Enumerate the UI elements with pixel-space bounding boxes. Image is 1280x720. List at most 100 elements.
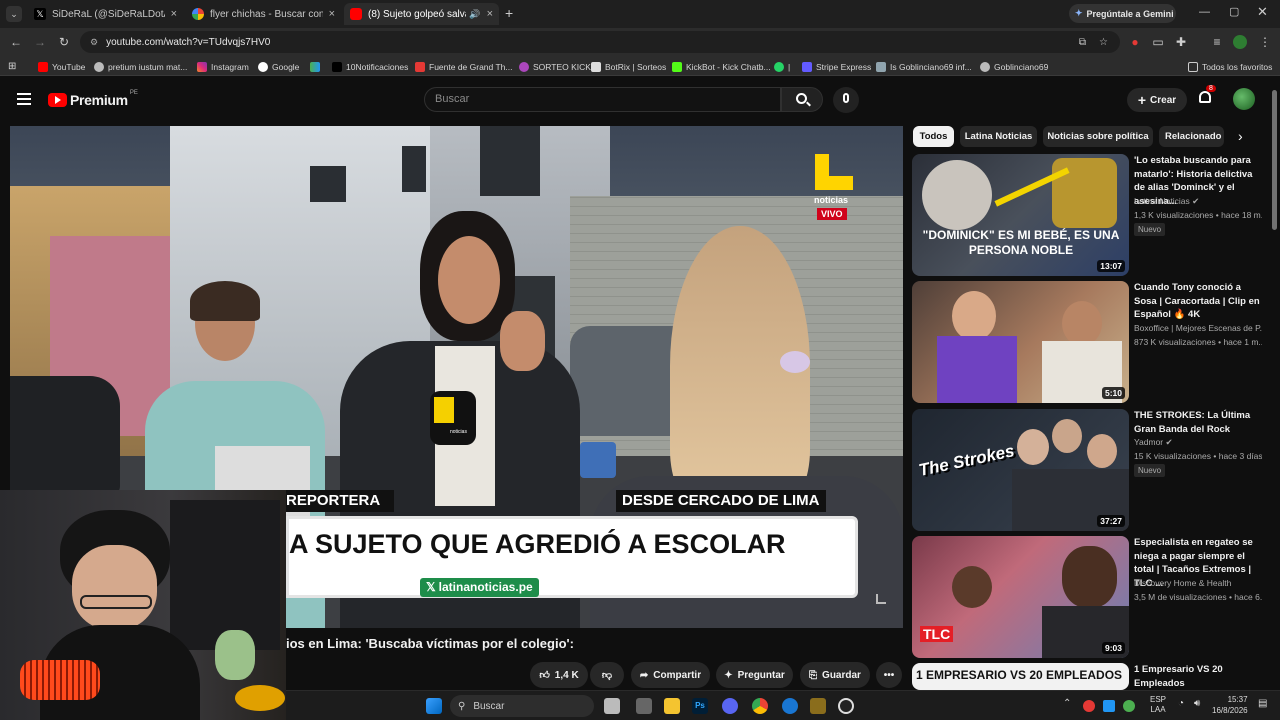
tab-search-button[interactable]: ⌄: [6, 6, 22, 22]
search-button[interactable]: [781, 87, 823, 112]
chevron-right-icon[interactable]: ›: [1238, 128, 1243, 144]
bookmark-botrix[interactable]: BotRix | Sorteos: [591, 60, 666, 73]
voice-search-button[interactable]: [833, 87, 859, 113]
speaker-icon[interactable]: 🔊: [469, 9, 480, 20]
channel-name[interactable]: Discovery Home & Health: [1134, 578, 1262, 588]
bookmark-colorful[interactable]: [310, 60, 324, 73]
bookmark-goblinciano-inf[interactable]: Is Goblinciano69 inf...: [876, 60, 972, 73]
chip-latina-noticias[interactable]: Latina Noticias: [960, 126, 1037, 147]
channel-name[interactable]: Yadmor ✔: [1134, 437, 1262, 448]
card-title[interactable]: Cuando Tony conoció a Sosa | Caracortada…: [1134, 281, 1262, 322]
close-icon[interactable]: ×: [487, 8, 493, 20]
all-bookmarks[interactable]: Todos los favoritos: [1188, 60, 1272, 73]
thumbnail[interactable]: 5:10: [912, 281, 1129, 403]
tab-youtube[interactable]: (8) Sujeto golpeó salvajem 🔊 ×: [344, 3, 499, 25]
card-title[interactable]: 1 Empresario VS 20 Empleados: [1134, 663, 1262, 690]
photoshop-icon[interactable]: Ps: [692, 698, 708, 714]
chip-todos[interactable]: Todos: [913, 126, 954, 147]
reading-list-icon[interactable]: ≡: [1210, 35, 1224, 49]
create-button[interactable]: + Crear: [1127, 88, 1187, 112]
back-icon[interactable]: ←: [9, 35, 23, 49]
notifications-center-icon[interactable]: ▤: [1258, 698, 1267, 709]
tray-icon[interactable]: [1083, 700, 1095, 712]
ask-button[interactable]: ✦ Preguntar: [716, 662, 793, 688]
notifications-button[interactable]: 8: [1197, 85, 1216, 107]
maximize-button[interactable]: ▢: [1229, 5, 1239, 18]
page-scrollbar[interactable]: [1272, 90, 1277, 230]
more-actions-button[interactable]: •••: [876, 662, 902, 688]
chip-relacionado[interactable]: Relacionado: [1159, 126, 1224, 147]
warcraft-icon[interactable]: [810, 698, 826, 714]
clock[interactable]: 15:37 16/8/2026: [1212, 694, 1248, 716]
gemini-button[interactable]: ✦ Pregúntale a Gemini: [1069, 4, 1176, 23]
new-tab-button[interactable]: +: [505, 5, 513, 21]
thumbnail[interactable]: 1 EMPRESARIO VS 20 EMPLEADOS: [912, 663, 1129, 690]
thumbnail[interactable]: "DOMINICK" ES MI BEBÉ, ES UNA PERSONA NO…: [912, 154, 1129, 276]
star-icon[interactable]: ☆: [1099, 37, 1108, 48]
obs-icon[interactable]: [838, 698, 854, 714]
volume-icon[interactable]: 🔊︎: [1194, 698, 1200, 709]
bookmark-instagram[interactable]: Instagram: [197, 60, 249, 73]
tab-x[interactable]: 𝕏 SiDeRaL (@SiDeRaLDotA) / X ×: [28, 3, 183, 25]
lang-indicator[interactable]: ESP LAA: [1150, 695, 1166, 715]
chrome-icon[interactable]: [752, 698, 768, 714]
site-info-icon[interactable]: ⚙: [90, 37, 98, 48]
share-button[interactable]: ➦ Compartir: [631, 662, 710, 688]
close-icon[interactable]: ×: [171, 8, 177, 20]
bookmark-goblinciano[interactable]: Goblinciano69: [980, 60, 1048, 73]
menu-icon[interactable]: ⋮: [1258, 35, 1272, 49]
channel-name[interactable]: Latina Noticias ✔: [1134, 196, 1262, 207]
extension-icon[interactable]: ▭: [1151, 35, 1165, 49]
install-icon[interactable]: ⧉: [1079, 37, 1086, 48]
close-window-button[interactable]: ✕: [1257, 4, 1268, 20]
task-view-icon[interactable]: [604, 698, 620, 714]
file-explorer-icon[interactable]: [664, 698, 680, 714]
thumbnail[interactable]: TLC 9:03: [912, 536, 1129, 658]
bookmark-kickbot[interactable]: KickBot - Kick Chatb...: [672, 60, 771, 73]
bookmark-google[interactable]: Google: [258, 60, 299, 73]
channel-name[interactable]: Boxoffice | Mejores Escenas de P...: [1134, 323, 1262, 333]
taskbar-search[interactable]: ⚲ Buscar: [450, 695, 594, 717]
discord-icon[interactable]: [722, 698, 738, 714]
card-title[interactable]: THE STROKES: La Última Gran Banda del Ro…: [1134, 409, 1262, 436]
youtube-logo[interactable]: Premium PE: [48, 90, 138, 108]
like-button[interactable]: 👍︎ 1,4 K: [530, 662, 588, 688]
recommendation-card[interactable]: The Strokes 37:27 THE STROKES: La Última…: [912, 409, 1272, 531]
thumbnail[interactable]: The Strokes 37:27: [912, 409, 1129, 531]
minimize-button[interactable]: —: [1199, 6, 1210, 18]
bookmark-pretium[interactable]: pretium iustum mat...: [94, 60, 187, 73]
bookmark-whatsapp[interactable]: |: [774, 60, 790, 73]
recommendation-card[interactable]: 5:10 Cuando Tony conoció a Sosa | Caraco…: [912, 281, 1272, 403]
bookmark-sorteo-kick[interactable]: SORTEO KICK: [519, 60, 591, 73]
extension-red-icon[interactable]: ●: [1128, 35, 1142, 49]
address-bar[interactable]: ⚙ youtube.com/watch?v=TUdvqjs7HV0 ⧉ ☆: [80, 31, 1120, 53]
recommendation-card[interactable]: 1 EMPRESARIO VS 20 EMPLEADOS 1 Empresari…: [912, 663, 1272, 690]
close-icon[interactable]: ×: [329, 8, 335, 20]
recommendation-card[interactable]: "DOMINICK" ES MI BEBÉ, ES UNA PERSONA NO…: [912, 154, 1272, 276]
hamburger-icon[interactable]: [17, 93, 31, 105]
bookmark-10notificaciones[interactable]: 10Notificaciones: [332, 60, 408, 73]
puzzle-icon[interactable]: ✚: [1174, 35, 1188, 49]
windows-start-icon[interactable]: [426, 698, 442, 714]
bookmark-youtube[interactable]: YouTube: [38, 60, 85, 73]
tab-google[interactable]: flyer chichas - Buscar con Goog ×: [186, 3, 341, 25]
recommendation-card[interactable]: TLC 9:03 Especialista en regateo se nieg…: [912, 536, 1272, 658]
forward-icon[interactable]: →: [33, 35, 47, 49]
network-icon[interactable]: ◔: [1178, 698, 1184, 709]
reload-icon[interactable]: ↻: [57, 35, 71, 49]
apps-icon[interactable]: ⊞: [8, 60, 16, 73]
search-input[interactable]: Buscar: [424, 87, 781, 112]
tray-chevron-icon[interactable]: ⌃: [1063, 698, 1071, 709]
app-icon[interactable]: [636, 698, 652, 714]
save-button[interactable]: ⎘ Guardar: [800, 662, 870, 688]
app-icon-blue[interactable]: [782, 698, 798, 714]
fullscreen-icon[interactable]: [876, 594, 886, 604]
bookmark-gta[interactable]: Fuente de Grand Th...: [415, 60, 512, 73]
avatar[interactable]: [1233, 88, 1255, 110]
tray-icon[interactable]: [1123, 700, 1135, 712]
chip-noticias-politica[interactable]: Noticias sobre política: [1043, 126, 1153, 147]
tray-icon[interactable]: [1103, 700, 1115, 712]
dislike-button[interactable]: 👎︎: [590, 662, 624, 688]
profile-avatar[interactable]: [1233, 35, 1247, 49]
bookmark-stripe[interactable]: Stripe Express: [802, 60, 871, 73]
